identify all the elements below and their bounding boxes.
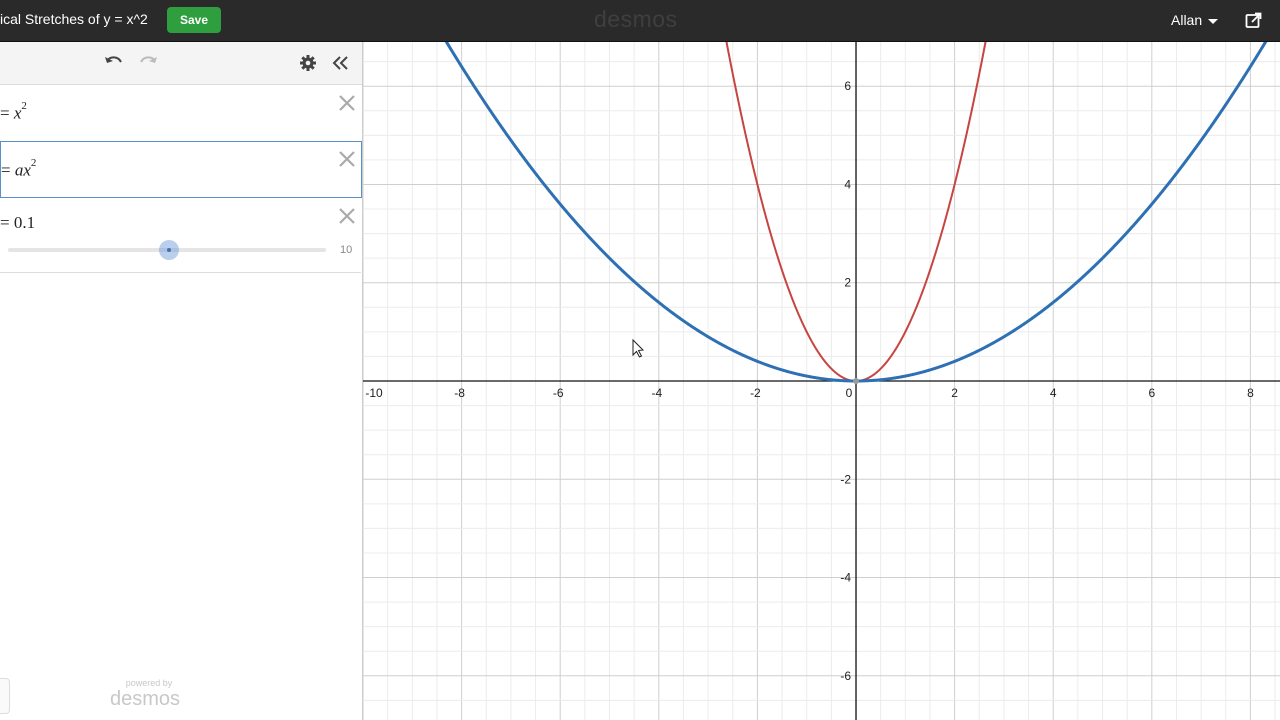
expression-2-var: ax — [14, 160, 31, 180]
x-axis-tick-labels: -10 -8 -6 -4 -2 0 2 4 6 8 — [365, 386, 1254, 400]
expression-row-2[interactable]: = ax2 — [0, 141, 362, 198]
desmos-logo: desmos — [594, 6, 678, 32]
axes — [363, 42, 1280, 720]
x-tick-label: 2 — [951, 386, 958, 400]
slider-value: 0.1 — [13, 213, 36, 232]
expression-2-exponent: 2 — [30, 157, 37, 169]
save-button[interactable]: Save — [167, 7, 221, 33]
x-tick-label: 4 — [1050, 386, 1057, 400]
caret-down-icon — [1208, 18, 1219, 24]
x-tick-label: 8 — [1247, 386, 1254, 400]
graph-title[interactable]: ical Stretches of y = x^2 — [0, 11, 148, 27]
slider-max-label: 10 — [340, 244, 353, 256]
y-tick-label: -4 — [840, 571, 851, 585]
y-tick-label: 4 — [844, 177, 851, 191]
y-tick-label: -2 — [840, 472, 851, 486]
origin-point[interactable] — [853, 378, 860, 384]
expression-3-math[interactable]: = 0.1 — [0, 213, 35, 233]
share-icon[interactable] — [1245, 11, 1263, 29]
user-menu[interactable]: Allan — [1171, 12, 1219, 28]
delete-expression-1-icon[interactable] — [338, 94, 356, 112]
expression-1-exponent: 2 — [21, 100, 27, 112]
top-bar: ical Stretches of y = x^2 Save desmos Al… — [0, 0, 1280, 42]
delete-expression-3-icon[interactable] — [338, 207, 356, 225]
redo-icon[interactable] — [138, 54, 158, 70]
x-tick-label: 0 — [846, 386, 853, 400]
delete-expression-2-icon[interactable] — [338, 150, 356, 168]
x-tick-label: 6 — [1148, 386, 1155, 400]
collapse-panel-icon[interactable] — [332, 55, 349, 71]
user-name: Allan — [1171, 12, 1203, 28]
y-tick-label: -6 — [840, 669, 851, 683]
y-tick-label: 6 — [844, 79, 851, 93]
graph-paper[interactable]: -10 -8 -6 -4 -2 0 2 4 6 8 6 4 2 -2 -4 -6 — [363, 42, 1280, 720]
x-tick-label: -6 — [553, 386, 564, 400]
x-tick-label: -2 — [750, 386, 761, 400]
x-tick-label: -10 — [365, 386, 383, 400]
expression-2-math[interactable]: = ax2 — [1, 157, 37, 181]
expression-panel: = x2 = ax2 = 0.1 10 powered by desmos — [0, 42, 363, 720]
gear-icon[interactable] — [299, 54, 317, 72]
expression-row-1[interactable]: = x2 — [0, 85, 361, 142]
expression-row-3[interactable]: = 0.1 — [0, 198, 361, 273]
y-tick-label: 2 — [844, 276, 851, 290]
keypad-toggle[interactable] — [0, 678, 10, 714]
expression-toolbar — [0, 42, 362, 85]
slider-handle[interactable] — [159, 240, 179, 260]
x-tick-label: -8 — [454, 386, 465, 400]
expression-1-math[interactable]: = x2 — [0, 100, 27, 124]
powered-by-desmos: powered by desmos — [110, 678, 181, 710]
undo-icon[interactable] — [104, 54, 124, 70]
x-tick-label: -4 — [651, 386, 662, 400]
